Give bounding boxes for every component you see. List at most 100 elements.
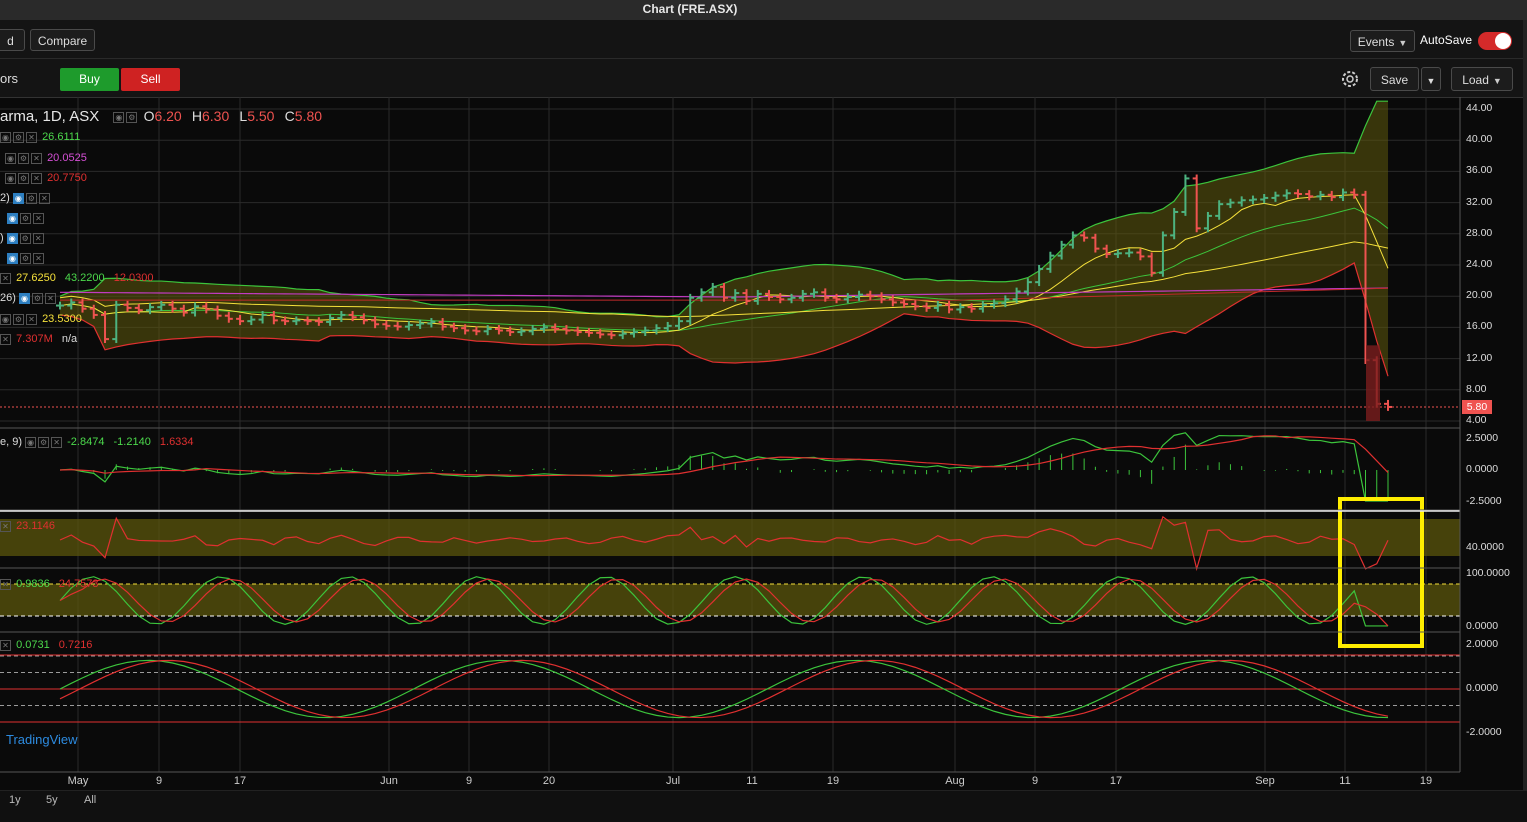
close-icon[interactable]: ✕ <box>44 292 56 304</box>
range-all[interactable]: All <box>84 794 96 806</box>
chart-canvas[interactable] <box>0 97 1527 790</box>
close-icon[interactable]: ✕ <box>33 212 44 224</box>
legend-osc: ✕ 0.0731 0.7216 <box>0 639 92 651</box>
close-icon[interactable]: ✕ <box>31 152 42 164</box>
close-icon[interactable]: ✕ <box>26 313 37 325</box>
osc-a: 0.0731 <box>16 639 50 651</box>
time-axis-label: May <box>67 775 89 787</box>
close-icon[interactable]: ✕ <box>0 639 11 651</box>
eye-icon[interactable]: ◉ <box>5 172 16 184</box>
time-axis-label: 20 <box>542 775 556 787</box>
legend-macd: e, 9) ◉ ⚙ ✕ -2.8474 -1.2140 1.6334 <box>0 436 194 448</box>
time-axis-label: 17 <box>233 775 247 787</box>
chevron-down-icon: ▼ <box>1398 38 1408 48</box>
save-options-button[interactable]: ▼ <box>1421 67 1441 91</box>
events-button[interactable]: Events ▼ <box>1350 30 1415 52</box>
symbol-legend: arma, 1D, ASX ◉ ⚙ O6.20 H6.30 L5.50 C5.80 <box>0 108 322 125</box>
autosave-toggle[interactable] <box>1478 32 1512 50</box>
close-icon[interactable]: ✕ <box>38 192 50 204</box>
tradingview-logo[interactable]: TradingView <box>6 732 78 747</box>
stoch-axis-label: 0.0000 <box>1466 620 1499 632</box>
close-icon[interactable]: ✕ <box>0 333 11 345</box>
legend-paren-label: ) <box>0 232 4 244</box>
autosave-label: AutoSave <box>1420 33 1473 47</box>
close-icon[interactable]: ✕ <box>0 520 11 532</box>
toggle-knob <box>1495 33 1511 49</box>
osc-axis-label: 0.0000 <box>1466 682 1499 694</box>
eye-icon[interactable]: ◉ <box>7 212 18 224</box>
settings-icon[interactable]: ⚙ <box>31 292 43 304</box>
eye-icon[interactable]: ◉ <box>18 292 30 304</box>
eye-icon[interactable]: ◉ <box>5 152 16 164</box>
price-axis-label: 28.00 <box>1466 226 1493 239</box>
range-1y[interactable]: 1y <box>9 794 21 806</box>
price-axis-label: 32.00 <box>1466 195 1493 208</box>
rsi-axis-label: 40.0000 <box>1466 541 1504 553</box>
gear-icon[interactable] <box>1339 68 1361 90</box>
time-axis-label: 19 <box>1419 775 1433 787</box>
price-axis-label: 4.00 <box>1466 414 1487 426</box>
legend-volume: ✕ 7.307M n/a <box>0 333 77 345</box>
close-icon[interactable]: ✕ <box>0 578 11 590</box>
settings-icon[interactable]: ⚙ <box>38 436 50 448</box>
load-label: Load <box>1462 73 1489 87</box>
sell-button[interactable]: Sell <box>121 68 180 91</box>
eye-icon[interactable]: ◉ <box>12 192 24 204</box>
settings-icon[interactable]: ⚙ <box>19 232 31 244</box>
settings-icon[interactable]: ⚙ <box>13 131 24 143</box>
settings-icon[interactable]: ⚙ <box>18 172 29 184</box>
osc-axis-label: -2.0000 <box>1466 726 1502 738</box>
eye-icon[interactable]: ◉ <box>0 313 11 325</box>
settings-icon[interactable]: ⚙ <box>25 192 37 204</box>
compare-button[interactable]: Compare <box>30 29 95 51</box>
macd-axis-label: -2.5000 <box>1466 495 1502 507</box>
close-icon[interactable]: ✕ <box>33 252 44 264</box>
time-axis-label: 9 <box>1031 775 1039 787</box>
window-edge <box>1523 20 1527 821</box>
time-axis-label: 9 <box>465 775 473 787</box>
legend-bb: ◉ ⚙ ✕ 26.6111 <box>0 131 80 143</box>
open-label: O <box>143 108 155 124</box>
stoch-axis-label: 100.0000 <box>1466 567 1510 579</box>
eye-icon[interactable]: ◉ <box>0 131 11 143</box>
legend-rsi: ✕ 23.1146 <box>0 520 55 532</box>
eye-icon[interactable]: ◉ <box>25 436 37 448</box>
settings-icon[interactable]: ⚙ <box>126 111 138 123</box>
sub-panes <box>0 432 1460 723</box>
close-icon[interactable]: ✕ <box>0 272 11 284</box>
close-icon[interactable]: ✕ <box>32 232 44 244</box>
macd-signal: -1.2140 <box>113 436 151 448</box>
range-bar <box>0 790 1527 822</box>
time-axis-label: 11 <box>746 775 758 787</box>
load-button[interactable]: Load ▼ <box>1451 67 1513 91</box>
range-5y[interactable]: 5y <box>46 794 58 806</box>
settings-icon[interactable]: ⚙ <box>20 212 31 224</box>
events-label: Events <box>1357 35 1395 49</box>
volume-bar <box>1366 345 1380 421</box>
partial-toolbar-button[interactable]: d <box>0 29 25 51</box>
settings-icon[interactable]: ⚙ <box>20 252 31 264</box>
eye-icon[interactable]: ◉ <box>113 111 125 123</box>
save-button[interactable]: Save <box>1370 67 1419 91</box>
legend-ichimoku: ✕ 27.6250 43.2200 12.0300 <box>0 272 153 284</box>
volume-value: 7.307M <box>16 333 53 345</box>
legend-row-4: ) ◉ ⚙ ✕ <box>0 232 46 244</box>
close-label: C <box>284 108 295 124</box>
indicators-menu-partial[interactable]: ors <box>0 71 18 86</box>
eye-icon[interactable]: ◉ <box>7 252 18 264</box>
price-axis-label: 36.00 <box>1466 164 1493 177</box>
buy-button[interactable]: Buy <box>60 68 119 91</box>
settings-icon[interactable]: ⚙ <box>18 152 29 164</box>
price-axis-label: 40.00 <box>1466 133 1493 146</box>
secondary-toolbar <box>0 59 1527 98</box>
legend-26-label: 26) <box>0 292 16 304</box>
eye-icon[interactable]: ◉ <box>6 232 18 244</box>
price-axis-label: 8.00 <box>1466 382 1487 395</box>
close-icon[interactable]: ✕ <box>26 131 37 143</box>
settings-icon[interactable]: ⚙ <box>13 313 24 325</box>
time-axis-label: Jul <box>665 775 681 787</box>
close-icon[interactable]: ✕ <box>51 436 63 448</box>
close-icon[interactable]: ✕ <box>31 172 42 184</box>
top-toolbar <box>0 20 1527 59</box>
macd-value: -2.8474 <box>67 436 105 448</box>
